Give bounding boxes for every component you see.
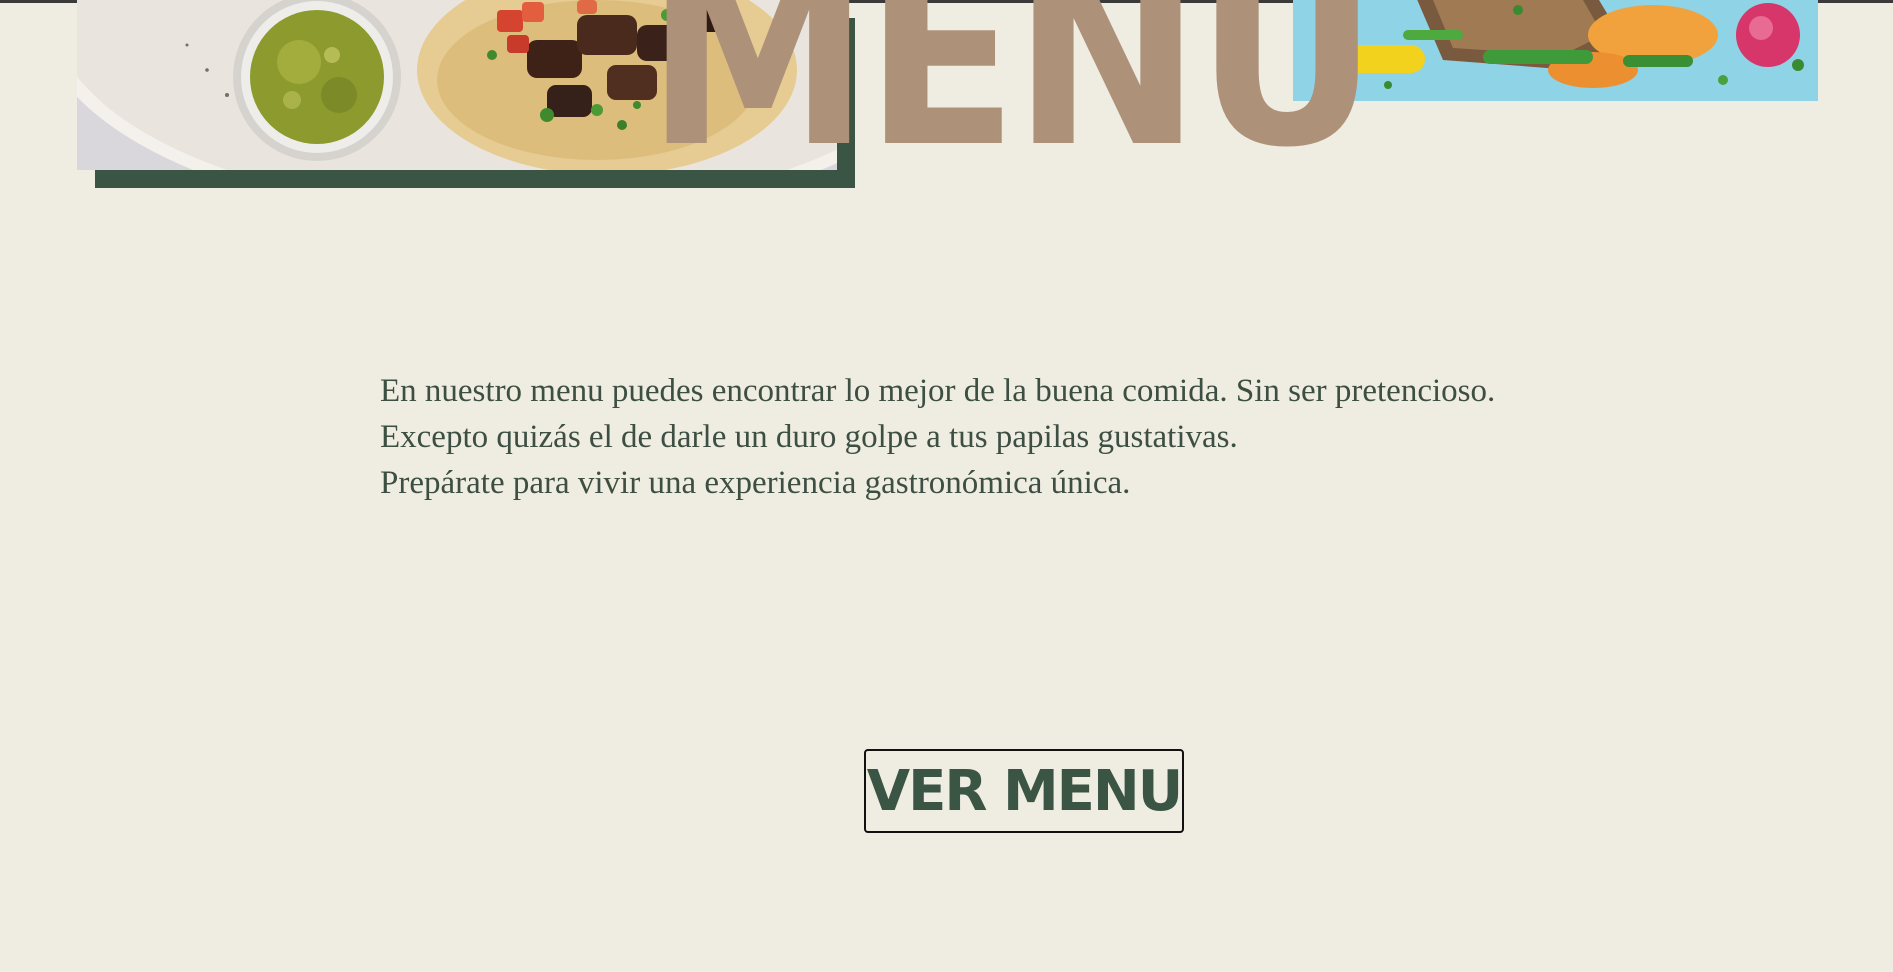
page-title: MENU <box>646 0 1378 202</box>
intro-line: En nuestro menu puedes encontrar lo mejo… <box>380 373 1496 409</box>
intro-line: Excepto quizás el de darle un duro golpe… <box>380 419 1238 455</box>
intro-paragraph: En nuestro menu puedes encontrar lo mejo… <box>380 368 1680 506</box>
ver-menu-button[interactable]: VER MENU <box>864 749 1184 833</box>
intro-line: Prepárate para vivir una experiencia gas… <box>380 465 1131 501</box>
